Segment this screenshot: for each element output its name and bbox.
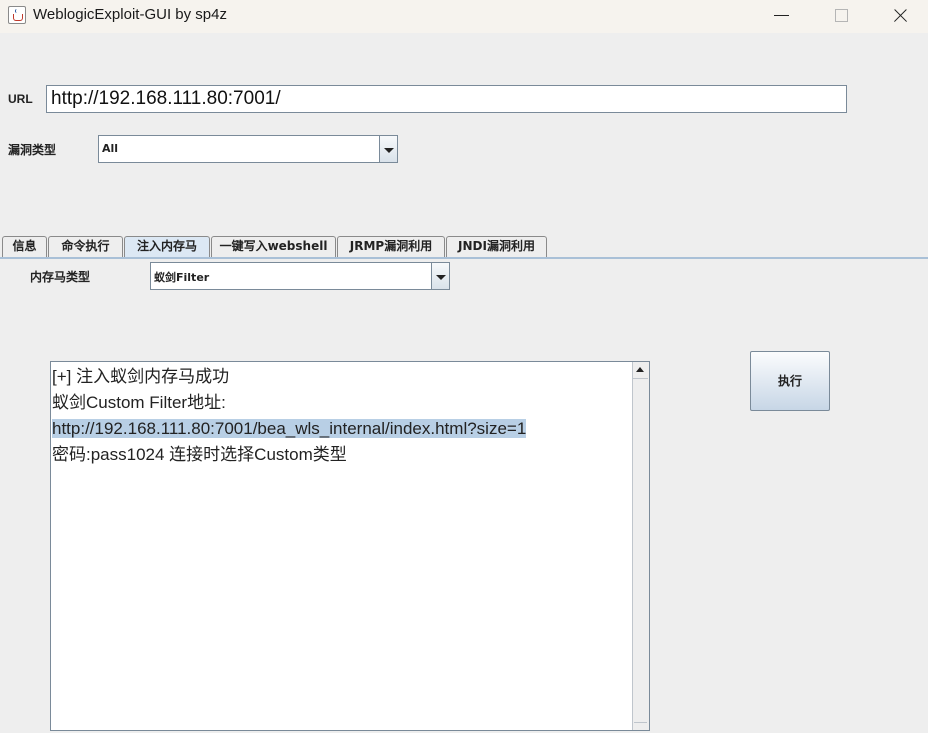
tab-write-webshell[interactable]: 一键写入webshell (211, 236, 336, 257)
scroll-down-icon[interactable] (634, 722, 647, 733)
title-bar: WeblogicExploit-GUI by sp4z (0, 0, 928, 33)
vuln-type-select[interactable]: All (98, 135, 398, 163)
tab-command-exec[interactable]: 命令执行 (48, 236, 123, 257)
chevron-down-icon[interactable] (379, 136, 397, 162)
url-input[interactable] (46, 85, 847, 113)
vuln-type-label: 漏洞类型 (8, 143, 57, 157)
execute-button[interactable]: 执行 (750, 351, 830, 411)
java-icon (8, 6, 26, 24)
vertical-scrollbar[interactable] (632, 362, 649, 730)
minimize-button[interactable] (752, 0, 810, 33)
output-line: [+] 注入蚁剑内存马成功 (52, 367, 230, 386)
chevron-down-icon[interactable] (431, 263, 449, 289)
minimize-icon (774, 15, 789, 16)
tab-jndi[interactable]: JNDI漏洞利用 (446, 236, 547, 257)
output-line-selected: http://192.168.111.80:7001/bea_wls_inter… (52, 416, 527, 442)
maximize-button[interactable] (812, 0, 870, 33)
tab-divider (0, 257, 928, 259)
url-label: URL (8, 92, 33, 106)
memshell-type-select[interactable]: 蚁剑Filter (150, 262, 450, 290)
output-line: 密码:pass1024 连接时选择Custom类型 (52, 445, 347, 464)
scroll-up-icon[interactable] (633, 362, 648, 379)
window-title: WeblogicExploit-GUI by sp4z (33, 6, 227, 23)
output-textarea[interactable]: [+] 注入蚁剑内存马成功 蚁剑Custom Filter地址: http://… (50, 361, 650, 731)
output-text: [+] 注入蚁剑内存马成功 蚁剑Custom Filter地址: http://… (52, 364, 527, 468)
tab-inject-memshell[interactable]: 注入内存马 (124, 236, 210, 259)
vuln-type-value: All (102, 142, 119, 155)
tab-info[interactable]: 信息 (2, 236, 47, 257)
maximize-icon (835, 9, 848, 22)
memshell-type-value: 蚁剑Filter (154, 271, 210, 284)
tab-jrmp[interactable]: JRMP漏洞利用 (337, 236, 445, 257)
memshell-type-label: 内存马类型 (30, 270, 91, 284)
output-line: 蚁剑Custom Filter地址: (52, 393, 226, 412)
selected-url-text[interactable]: http://192.168.111.80:7001/bea_wls_inter… (52, 419, 527, 438)
close-button[interactable] (870, 0, 928, 33)
